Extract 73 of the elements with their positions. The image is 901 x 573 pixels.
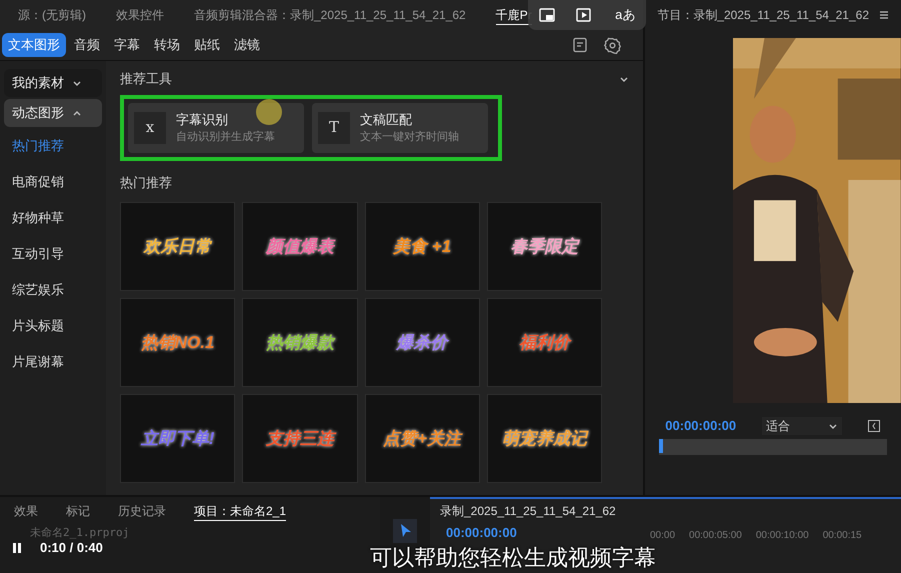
panel-tab[interactable]: 源：(无剪辑) xyxy=(18,6,86,24)
sidebar-item[interactable]: 片尾谢幕 xyxy=(4,345,102,379)
sticker-text: 春季限定 xyxy=(510,236,578,258)
timeline-tab[interactable]: 录制_2025_11_25_11_54_21_62 xyxy=(440,502,616,520)
sticker-tile[interactable]: 颜值爆表 xyxy=(242,202,358,291)
sticker-tile[interactable]: 爆杀价 xyxy=(364,298,480,387)
sidebar-group[interactable]: 动态图形 xyxy=(4,99,102,127)
sticker-tile[interactable]: 福利价 xyxy=(486,298,602,387)
pause-icon[interactable] xyxy=(10,540,24,555)
tool-glyph-icon: x xyxy=(134,112,166,144)
sticker-text: 热销NO.1 xyxy=(140,332,214,354)
category-tab[interactable]: 贴纸 xyxy=(188,33,226,57)
sidebar-item[interactable]: 电商促销 xyxy=(4,165,102,199)
bracket-icon[interactable] xyxy=(868,420,880,432)
zoom-select[interactable]: 适合 xyxy=(762,417,842,435)
sticker-tile[interactable]: 立即下单! xyxy=(120,394,236,483)
category-tab[interactable]: 音频 xyxy=(68,33,106,57)
sticker-text: 福利价 xyxy=(518,332,570,354)
sidebar-item[interactable]: 综艺娱乐 xyxy=(4,273,102,307)
category-tab[interactable]: 文本图形 xyxy=(2,33,66,57)
panel-tab[interactable]: 音频剪辑混合器：录制_2025_11_25_11_54_21_62 xyxy=(194,6,466,24)
category-tab[interactable]: 转场 xyxy=(148,33,186,57)
sticker-text: 欢乐日常 xyxy=(144,236,212,258)
tool-glyph-icon: T xyxy=(318,112,350,144)
sidebar-item[interactable]: 好物种草 xyxy=(4,201,102,235)
menu-icon[interactable] xyxy=(879,10,889,20)
sticker-tile[interactable]: 萌宠养成记 xyxy=(486,394,602,483)
category-tab[interactable]: 字幕 xyxy=(108,33,146,57)
panel-tab[interactable]: 项目：未命名2_1 xyxy=(194,502,286,520)
sticker-text: 热销爆款 xyxy=(266,332,334,354)
cursor-highlight xyxy=(256,99,282,125)
sticker-text: 爆杀价 xyxy=(396,332,448,354)
sticker-text: 支持三连 xyxy=(266,426,334,452)
ruler-label: 00:00:15 xyxy=(822,528,862,542)
panel-tab[interactable]: 效果控件 xyxy=(116,6,164,24)
category-tab[interactable]: 滤镜 xyxy=(228,33,266,57)
ruler-label: 00:00:05:00 xyxy=(689,528,742,542)
timecode: 00:00:00:00 xyxy=(445,524,518,542)
sticker-text: 立即下单! xyxy=(140,428,214,450)
sticker-tile[interactable]: 欢乐日常 xyxy=(120,202,236,291)
sticker-tile[interactable]: 美食 +1 xyxy=(364,202,480,291)
tool-card[interactable]: x 字幕识别 自动识别并生成字幕 xyxy=(128,102,304,152)
section-title: 热门推荐 xyxy=(120,174,173,192)
picture-in-picture-icon[interactable] xyxy=(538,7,555,23)
sticker-text: 颜值爆表 xyxy=(266,236,334,258)
sticker-tile[interactable]: 热销爆款 xyxy=(242,298,358,387)
panel-title: 节目：录制_2025_11_25_11_54_21_62 xyxy=(657,7,869,24)
panel-tab[interactable]: 历史记录 xyxy=(118,502,166,520)
sticker-tile[interactable]: 点赞+关注 xyxy=(364,394,480,483)
panel-tab[interactable]: 标记 xyxy=(66,502,90,520)
timecode: 00:00:00:00 xyxy=(665,417,736,436)
sidebar-item[interactable]: 互动引导 xyxy=(4,237,102,271)
sticker-text: 点赞+关注 xyxy=(383,428,462,450)
selection-tool-icon[interactable] xyxy=(393,519,417,543)
sticker-tile[interactable]: 支持三连 xyxy=(242,394,358,483)
settings-icon[interactable] xyxy=(604,36,622,54)
sticker-tile[interactable]: 春季限定 xyxy=(486,202,602,291)
tool-card[interactable]: T 文稿匹配 文本一键对齐时间轴 xyxy=(312,102,488,152)
ruler-label: 00:00:10:00 xyxy=(756,528,809,542)
notes-icon[interactable] xyxy=(572,37,588,53)
sidebar-group[interactable]: 我的素材 xyxy=(4,69,102,97)
sidebar-item[interactable]: 片头标题 xyxy=(4,309,102,343)
translate-button[interactable]: aあ xyxy=(615,5,636,25)
project-file: 未命名2_1.prproj xyxy=(29,525,130,541)
sticker-text: 萌宠养成记 xyxy=(502,428,587,450)
sticker-text: 美食 +1 xyxy=(393,236,452,258)
subtitle-caption: 可以帮助您轻松生成视频字幕 xyxy=(370,545,656,571)
sidebar-item[interactable]: 热门推荐 xyxy=(4,129,102,163)
panel-tab[interactable]: 效果 xyxy=(14,502,38,520)
playback-time: 0:10 / 0:40 xyxy=(40,539,103,557)
section-title: 推荐工具 xyxy=(120,70,172,88)
sticker-tile[interactable]: 热销NO.1 xyxy=(120,298,236,387)
ruler-label: 00:00 xyxy=(650,528,676,542)
